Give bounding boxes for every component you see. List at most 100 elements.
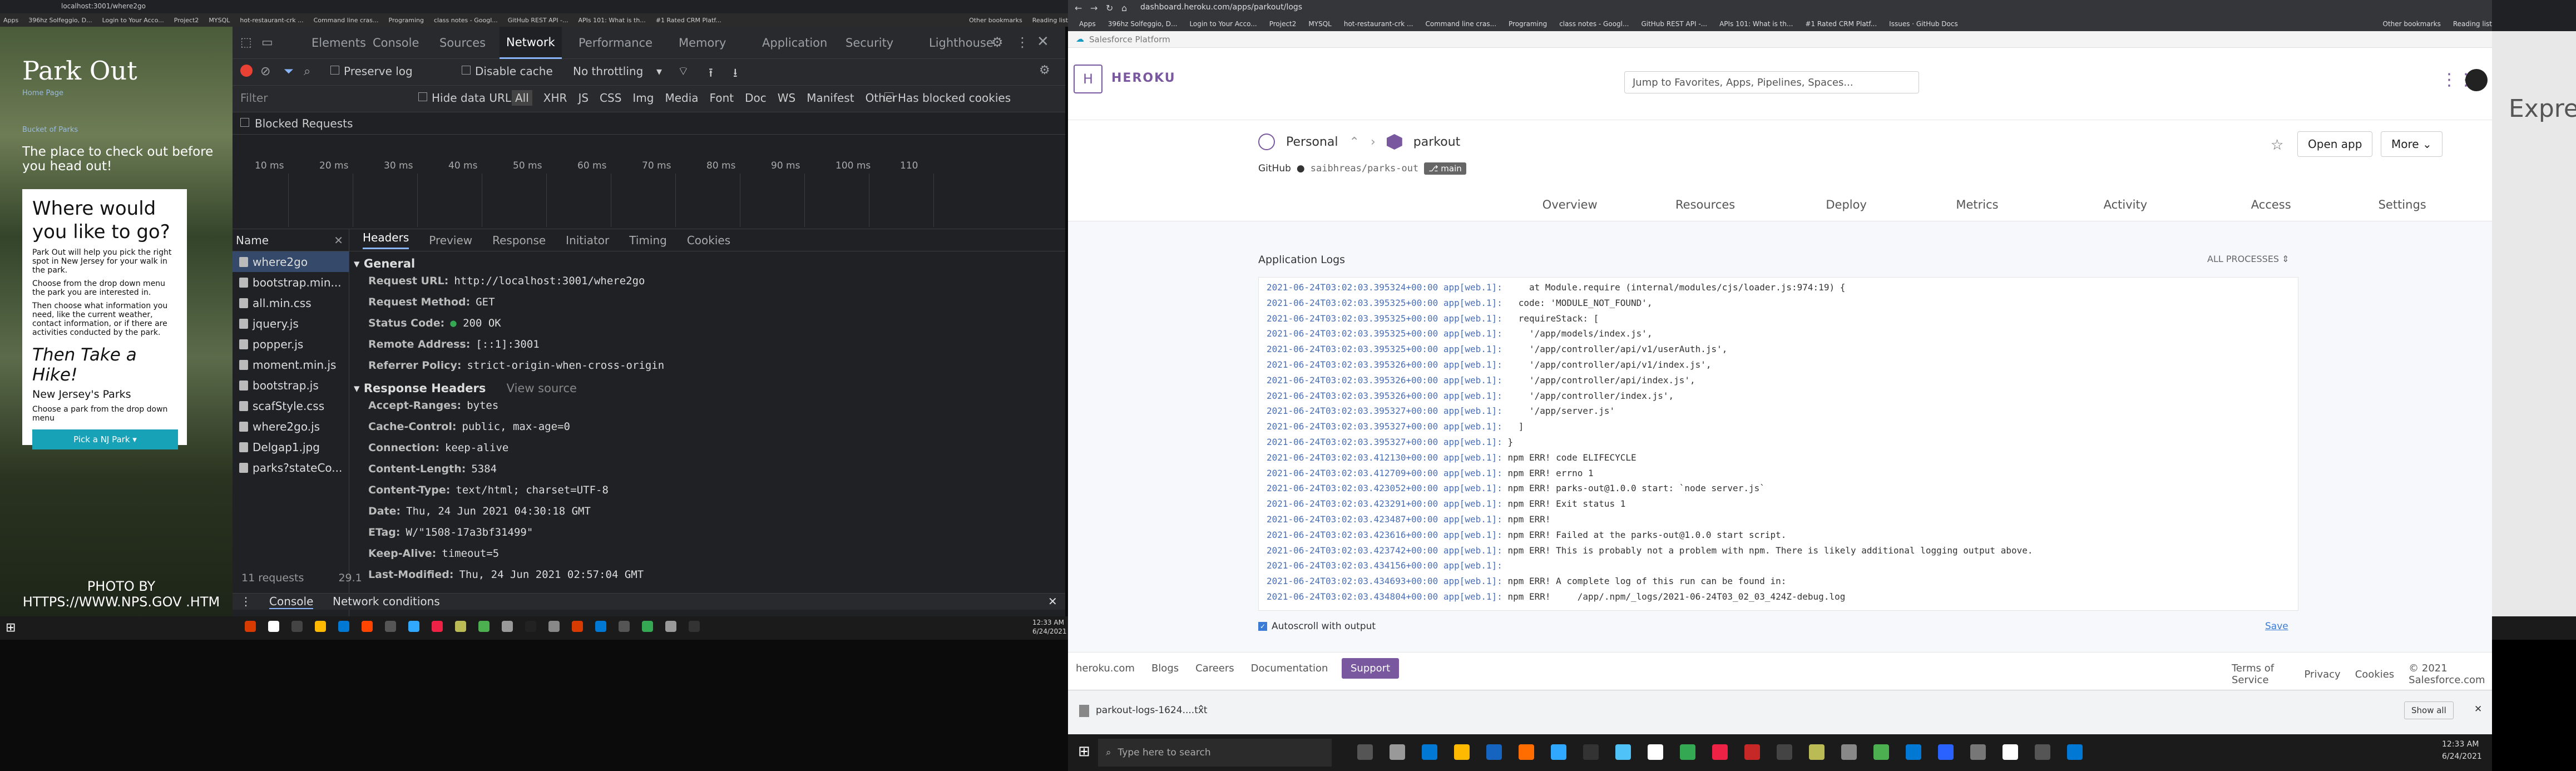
bookmark-item[interactable]: class notes - Googl... (1559, 20, 1629, 28)
footer-link[interactable]: Documentation (1251, 663, 1328, 674)
nav-tab-access[interactable]: Access (2251, 198, 2291, 211)
taskbar-app-icon[interactable] (1938, 744, 1954, 760)
taskbar-app-icon[interactable] (642, 621, 653, 632)
back-icon[interactable]: ← (1075, 3, 1082, 13)
taskbar-app-icon[interactable] (291, 621, 303, 632)
drawer-console-tab[interactable]: Console (269, 595, 314, 609)
type-filter-js[interactable]: JS (578, 91, 589, 105)
taskbar-app-icon[interactable] (2035, 744, 2050, 760)
throttling-select[interactable]: No throttling (573, 65, 643, 78)
avatar[interactable] (2465, 69, 2488, 91)
reload-icon[interactable]: ↻ (1106, 3, 1113, 13)
taskbar-app-icon[interactable] (619, 621, 630, 632)
clock-time[interactable]: 12:33 AM (2442, 740, 2479, 749)
taskbar-app-icon[interactable] (595, 621, 606, 632)
bookmark-other[interactable]: Other bookmarks (2383, 20, 2441, 28)
hide-data-urls-checkbox[interactable] (418, 92, 427, 101)
github-repo-link[interactable]: saibhreas/parks-out (1311, 163, 1418, 174)
wifi-icon[interactable]: ⌔ (678, 63, 689, 79)
bookmark-item[interactable]: Programing (389, 17, 424, 24)
save-link[interactable]: Save (2265, 621, 2288, 632)
taskbar-app-icon[interactable] (2067, 744, 2083, 760)
log-output[interactable]: 2021-06-24T03:02:03.395324+00:00 app[web… (1258, 277, 2298, 611)
bookmark-item[interactable]: Programing (1509, 20, 1547, 28)
import-har-icon[interactable]: ⭱ (709, 63, 713, 85)
kebab-menu-icon[interactable]: ⋮ (1016, 34, 1029, 50)
detail-tab-response[interactable]: Response (492, 234, 546, 247)
request-row[interactable]: where2go.js (233, 416, 349, 437)
clock-date[interactable]: 6/24/2021 (2442, 752, 2482, 761)
bookmark-item[interactable]: Project2 (1269, 20, 1297, 28)
taskbar-app-icon[interactable] (245, 621, 256, 632)
record-icon[interactable] (240, 65, 253, 77)
taskbar-app-icon[interactable] (408, 621, 419, 632)
support-button[interactable]: Support (1342, 658, 1400, 679)
bookmark-item[interactable]: GitHub REST API -... (1641, 20, 1707, 28)
taskbar-app-icon[interactable] (315, 621, 326, 632)
bookmark-reading-list[interactable]: Reading list (1032, 17, 1068, 24)
request-row[interactable]: Delgap1.jpg (233, 437, 349, 457)
nav-tab-settings[interactable]: Settings (2379, 198, 2426, 211)
detail-tab-initiator[interactable]: Initiator (566, 234, 609, 247)
detail-tab-timing[interactable]: Timing (629, 234, 667, 247)
taskbar-app-icon[interactable] (455, 621, 466, 632)
windows-search-box[interactable]: ⌕ Type here to search (1098, 739, 1332, 767)
pick-park-button[interactable]: Pick a NJ Park ▾ (32, 429, 178, 449)
filter-input[interactable]: Filter (240, 91, 268, 105)
request-row[interactable]: all.min.css (233, 293, 349, 313)
autoscroll-checkbox[interactable]: ✓ (1258, 622, 1267, 631)
name-column-header[interactable]: Name ✕ (233, 229, 349, 251)
footer-link[interactable]: Blogs (1151, 663, 1179, 674)
taskbar-app-icon[interactable] (338, 621, 349, 632)
bookmark-item[interactable]: #1 Rated CRM Platf... (656, 17, 721, 24)
type-filter-doc[interactable]: Doc (745, 91, 767, 105)
detail-tab-cookies[interactable]: Cookies (687, 234, 730, 247)
devtools-tab-network[interactable]: Network (500, 27, 562, 59)
bookmark-item[interactable]: Apps (3, 17, 18, 24)
request-row[interactable]: moment.min.js (233, 354, 349, 375)
nav-tab-overview[interactable]: Overview (1542, 198, 1598, 211)
footer-link[interactable]: Cookies (2355, 669, 2394, 680)
nav-tab-deploy[interactable]: Deploy (1826, 198, 1867, 211)
export-har-icon[interactable]: ⭳ (733, 63, 738, 85)
download-filename[interactable]: parkout-logs-1624....txt (1096, 705, 1208, 716)
taskbar-app-icon[interactable] (432, 621, 443, 632)
bookmark-item[interactable]: Login to Your Acco... (1189, 20, 1257, 28)
taskbar-app-icon[interactable] (1809, 744, 1825, 760)
devtools-tab-security[interactable]: Security (839, 27, 900, 59)
clear-icon[interactable]: ⊘ (260, 65, 270, 78)
bookmark-item[interactable]: 396hz Solfeggio, D... (28, 17, 92, 24)
request-row[interactable]: jquery.js (233, 313, 349, 334)
taskbar-app-icon[interactable] (385, 621, 396, 632)
bookmark-item[interactable]: class notes - Googl... (434, 17, 498, 24)
clock-time[interactable]: 12:33 AM (1032, 619, 1064, 626)
taskbar-app-icon[interactable] (1551, 744, 1566, 760)
type-filter-all[interactable]: All (512, 90, 532, 106)
taskbar-app-icon[interactable] (1841, 744, 1857, 760)
bookmark-reading-list[interactable]: Reading list (2453, 20, 2492, 28)
type-filter-ws[interactable]: WS (778, 91, 795, 105)
bookmark-item[interactable]: Command line cras... (314, 17, 379, 24)
taskbar-app-icon[interactable] (1422, 744, 1437, 760)
taskbar-app-icon[interactable] (525, 621, 536, 632)
footer-link[interactable]: heroku.com (1076, 663, 1135, 674)
disable-cache-checkbox[interactable] (462, 66, 471, 75)
crumb-personal[interactable]: Personal (1286, 135, 1338, 149)
bookmark-item[interactable]: MYSQL (1308, 20, 1331, 28)
request-row[interactable]: popper.js (233, 334, 349, 354)
heroku-logo-icon[interactable]: H (1074, 65, 1102, 93)
bookmark-other[interactable]: Other bookmarks (969, 17, 1022, 24)
taskbar-app-icon[interactable] (1357, 744, 1373, 760)
taskbar-app-icon[interactable] (1906, 744, 1921, 760)
detail-tab-headers[interactable]: Headers (363, 231, 409, 249)
close-download-bar-icon[interactable]: ✕ (2474, 704, 2482, 715)
open-app-button[interactable]: Open app (2297, 131, 2373, 157)
bucket-link[interactable]: Bucket of Parks (22, 126, 78, 134)
forward-icon[interactable]: → (1090, 3, 1097, 13)
taskbar-app-icon[interactable] (1970, 744, 1986, 760)
bookmark-item[interactable]: Project2 (174, 17, 199, 24)
bookmark-item[interactable]: hot-restaurant-crk ... (1344, 20, 1413, 28)
bookmark-item[interactable]: Issues · GitHub Docs (1889, 20, 1958, 28)
drawer-network-conditions-tab[interactable]: Network conditions (333, 595, 440, 608)
blocked-requests-checkbox[interactable] (240, 118, 249, 127)
